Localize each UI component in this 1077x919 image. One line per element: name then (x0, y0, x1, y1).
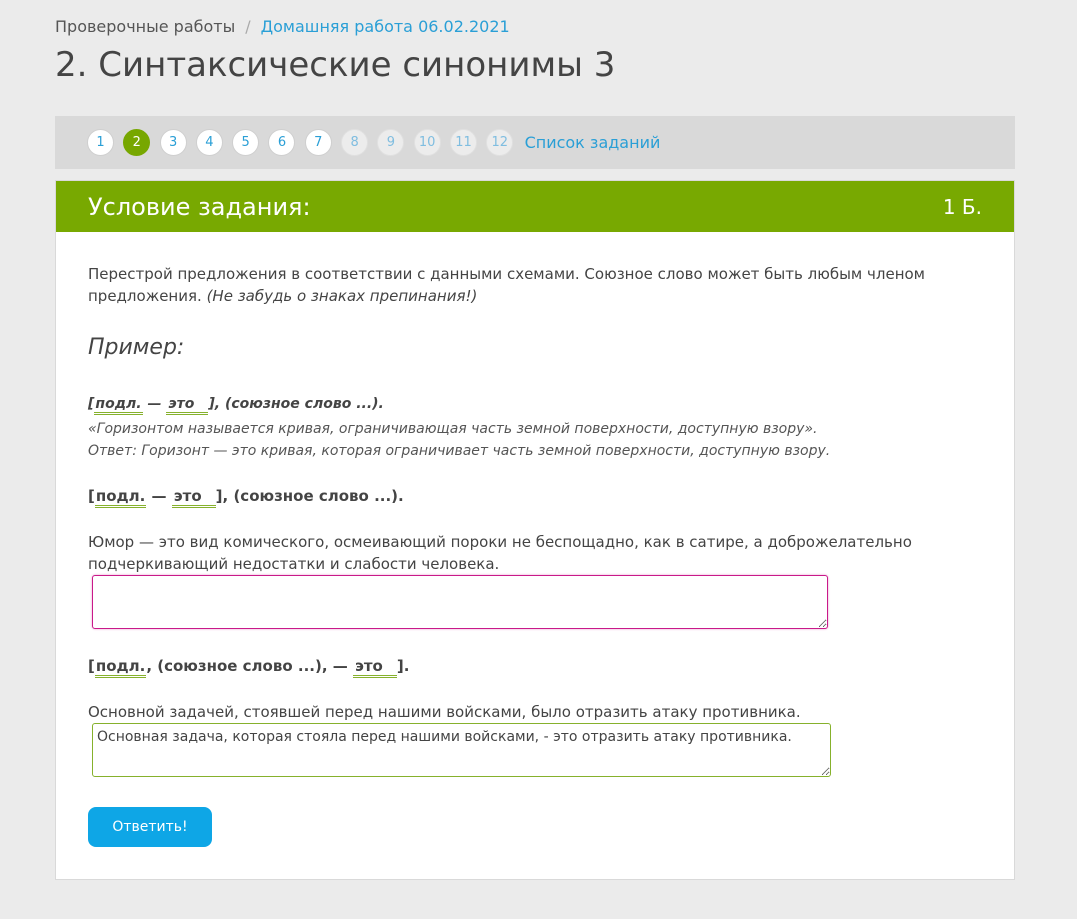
task2-scheme-open: [ (88, 657, 95, 675)
task2-scheme-close: ]. (396, 657, 410, 675)
task-number-11[interactable]: 11 (449, 129, 477, 156)
task-number-3[interactable]: 3 (159, 129, 187, 156)
task2-sentence: Основной задачей, стоявшей перед нашими … (88, 703, 801, 721)
task-number-10[interactable]: 10 (413, 129, 441, 156)
example-scheme: [подл. — это], (союзное слово ...). (88, 396, 384, 415)
example-sentence: «Горизонтом называется кривая, ограничив… (88, 421, 818, 437)
task-number-6[interactable]: 6 (268, 129, 296, 156)
task1-scheme-eto: это (171, 487, 216, 508)
task-number-8[interactable]: 8 (341, 129, 369, 156)
task1-scheme-dash: — (146, 487, 172, 505)
task2-scheme: [подл., (союзное слово ...), — это]. (88, 657, 410, 678)
task-number-4[interactable]: 4 (195, 129, 223, 156)
task-points: 1 Б. (942, 194, 982, 219)
task-number-12[interactable]: 12 (486, 129, 514, 156)
task-card: Условие задания: 1 Б. Перестрой предложе… (55, 180, 1015, 880)
page-title: 2. Синтаксические синонимы 3 (55, 45, 616, 85)
task2-scheme-mid: , (союзное слово ...), — (146, 657, 353, 675)
breadcrumb-root[interactable]: Проверочные работы (55, 17, 235, 36)
task1-scheme-open: [ (88, 487, 95, 505)
task-number-5[interactable]: 5 (232, 129, 260, 156)
task-navigation: 1 2 3 4 5 6 7 8 9 10 11 12 Список задани… (55, 116, 1015, 169)
task-card-header: Условие задания: 1 Б. (56, 181, 1014, 232)
instruction-note: (Не забудь о знаках препинания!) (206, 287, 478, 305)
task-number-7[interactable]: 7 (304, 129, 332, 156)
submit-answer-button[interactable]: Ответить! (88, 807, 212, 847)
task-condition-title: Условие задания: (88, 192, 311, 221)
task1-answer-input[interactable] (92, 575, 828, 629)
example-scheme-close: ], (союзное слово ...). (208, 396, 384, 412)
example-scheme-eto: это (166, 396, 209, 415)
task-number-1[interactable]: 1 (87, 129, 114, 156)
task-number-2-active[interactable]: 2 (123, 129, 151, 156)
breadcrumb-current[interactable]: Домашняя работа 06.02.2021 (261, 17, 510, 36)
task1-scheme-close: ], (союзное слово ...). (215, 487, 404, 505)
example-scheme-subject: подл. (94, 396, 143, 415)
task2-answer-input[interactable]: Основная задача, которая стояла перед на… (92, 723, 831, 777)
task1-sentence: Юмор — это вид комического, осмеивающий … (88, 533, 912, 573)
task-number-9[interactable]: 9 (377, 129, 405, 156)
task2-scheme-eto: это (352, 657, 397, 678)
task2-scheme-subject: подл. (94, 657, 147, 678)
example-answer: Ответ: Горизонт — это кривая, которая ог… (88, 443, 831, 459)
task1-scheme: [подл. — это], (союзное слово ...). (88, 487, 404, 508)
breadcrumb-separator: / (245, 17, 251, 36)
task1-scheme-subject: подл. (94, 487, 147, 508)
task-list-link[interactable]: Список заданий (525, 133, 661, 152)
breadcrumb: Проверочные работы / Домашняя работа 06.02… (55, 16, 510, 38)
example-heading: Пример: (88, 335, 185, 360)
task-instruction: Перестрой предложения в соответствии с д… (88, 263, 938, 307)
example-body: «Горизонтом называется кривая, ограничив… (88, 418, 968, 462)
example-scheme-dash: — (142, 396, 167, 412)
